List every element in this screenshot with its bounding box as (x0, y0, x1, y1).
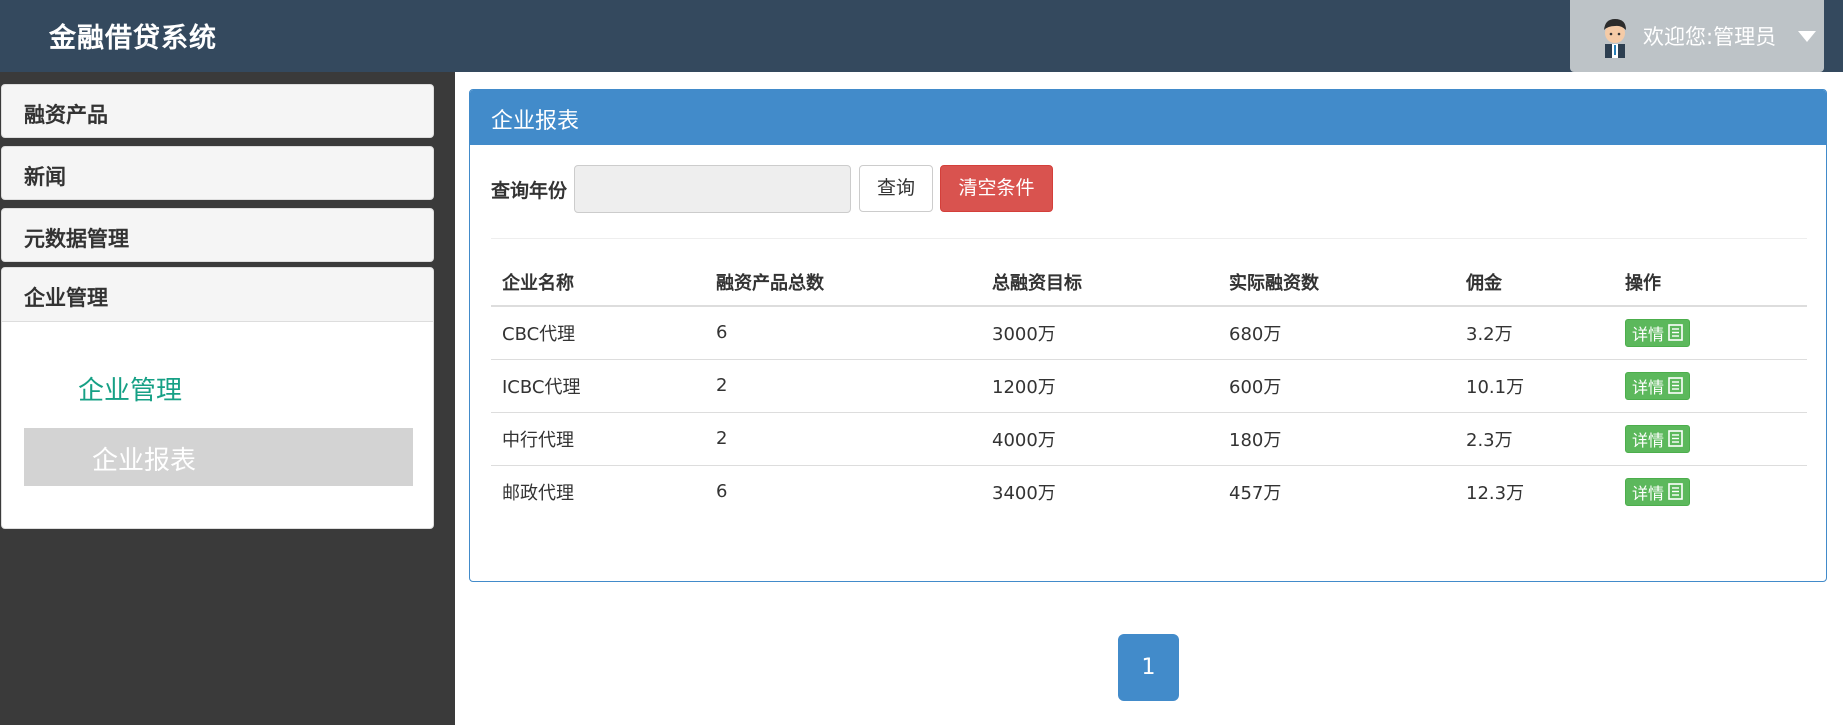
submenu-enterprise-report[interactable]: 企业报表 (24, 428, 413, 486)
table-cell: 12.3万 (1455, 464, 1614, 518)
table-cell: 中行代理 (491, 411, 705, 465)
sidebar-group-enterprise: 企业管理 企业管理 企业报表 (1, 267, 434, 529)
report-panel: 企业报表 查询年份 查询 清空条件 企业名称 融资产品总数 总融资目标 实际融资… (469, 89, 1827, 582)
table-cell: 2.3万 (1455, 411, 1614, 465)
document-list-icon (1668, 483, 1683, 501)
sidebar-item-label: 元数据管理 (24, 227, 129, 251)
table-cell: 680万 (1229, 323, 1282, 345)
query-button[interactable]: 查询 (859, 165, 933, 212)
detail-button[interactable]: 详情 (1625, 371, 1691, 400)
table-cell: 3000万 (992, 323, 1056, 345)
detail-button[interactable]: 详情 (1625, 424, 1691, 453)
table-cell: 3400万 (981, 464, 1218, 518)
table-cell: 1200万 (981, 358, 1218, 412)
submenu-label: 企业报表 (92, 446, 197, 476)
caret-down-icon (1798, 30, 1817, 42)
sidebar-item-news[interactable]: 新闻 (1, 146, 434, 200)
panel-title: 企业报表 (470, 90, 1826, 145)
user-menu-toggle[interactable]: 欢迎您:管理员 (1570, 0, 1824, 72)
column-header: 总融资目标 (981, 258, 1218, 307)
table-cell: 4000万 (981, 411, 1218, 465)
table-row: 邮政代理 6 3400万 457万 12.3万 详情 (491, 464, 1807, 518)
table-cell: 邮政代理 (491, 464, 705, 518)
table-cell: CBC代理 (502, 323, 576, 345)
sidebar-item-label: 新闻 (24, 165, 66, 189)
divider (491, 238, 1807, 239)
detail-button-label: 详情 (1632, 483, 1665, 503)
sidebar-item-metadata[interactable]: 元数据管理 (1, 208, 434, 262)
sidebar-item-label: 融资产品 (24, 103, 108, 127)
clear-conditions-button[interactable]: 清空条件 (940, 165, 1053, 212)
table-row: ICBC代理 2 1200万 600万 10.1万 详情 (491, 358, 1807, 412)
pagination-page-1[interactable]: 1 (1118, 634, 1179, 701)
sidebar-item-label: 企业管理 (24, 286, 108, 310)
table-cell: 详情 (1614, 306, 1807, 359)
submenu-enterprise-management[interactable]: 企业管理 (78, 370, 182, 407)
table-cell: 详情 (1614, 411, 1807, 465)
table-cell: 6 (705, 464, 981, 518)
main-content: 企业报表 查询年份 查询 清空条件 企业名称 融资产品总数 总融资目标 实际融资… (455, 72, 1843, 725)
table-cell: ICBC代理 (491, 358, 705, 412)
report-table: 企业名称 融资产品总数 总融资目标 实际融资数 佣金 操作 CBC代理 6 30… (491, 258, 1807, 518)
column-header: 操作 (1614, 258, 1807, 307)
table-row: 中行代理 2 4000万 180万 2.3万 详情 (491, 411, 1807, 465)
query-year-label: 查询年份 (491, 180, 568, 202)
table-cell: 2 (705, 411, 981, 465)
table-cell: 详情 (1614, 358, 1807, 412)
table-cell: 2 (705, 358, 981, 412)
sidebar-item-enterprise-management[interactable]: 企业管理 (2, 268, 433, 322)
table-header-row: 企业名称 融资产品总数 总融资目标 实际融资数 佣金 操作 (491, 258, 1807, 307)
detail-button-label: 详情 (1632, 324, 1665, 344)
column-header: 融资产品总数 (705, 258, 981, 307)
user-avatar-icon (1604, 19, 1626, 58)
document-list-icon (1668, 377, 1683, 394)
document-list-icon (1668, 324, 1683, 342)
table-cell: 6 (716, 322, 728, 344)
detail-button[interactable]: 详情 (1625, 477, 1691, 506)
table-cell: 10.1万 (1455, 358, 1614, 412)
document-list-icon (1668, 430, 1683, 447)
sidebar-item-financing-products[interactable]: 融资产品 (1, 84, 434, 138)
app-title: 金融借贷系统 (49, 23, 217, 54)
query-year-input[interactable] (574, 165, 851, 213)
table-cell: 详情 (1614, 464, 1807, 518)
detail-button[interactable]: 详情 (1625, 318, 1691, 347)
column-header: 企业名称 (491, 258, 705, 307)
table-cell: 180万 (1218, 411, 1455, 465)
welcome-text: 欢迎您:管理员 (1643, 25, 1777, 49)
top-navbar: 金融借贷系统 欢迎您:管理员 (0, 0, 1843, 72)
table-cell: 3.2万 (1466, 323, 1513, 345)
table-cell: 600万 (1218, 358, 1455, 412)
column-header: 实际融资数 (1218, 258, 1455, 307)
column-header: 佣金 (1455, 258, 1614, 307)
detail-button-label: 详情 (1632, 377, 1665, 397)
table-cell: 457万 (1218, 464, 1455, 518)
table-row: CBC代理 6 3000万 680万 3.2万 详情 (491, 306, 1807, 359)
detail-button-label: 详情 (1632, 430, 1665, 450)
